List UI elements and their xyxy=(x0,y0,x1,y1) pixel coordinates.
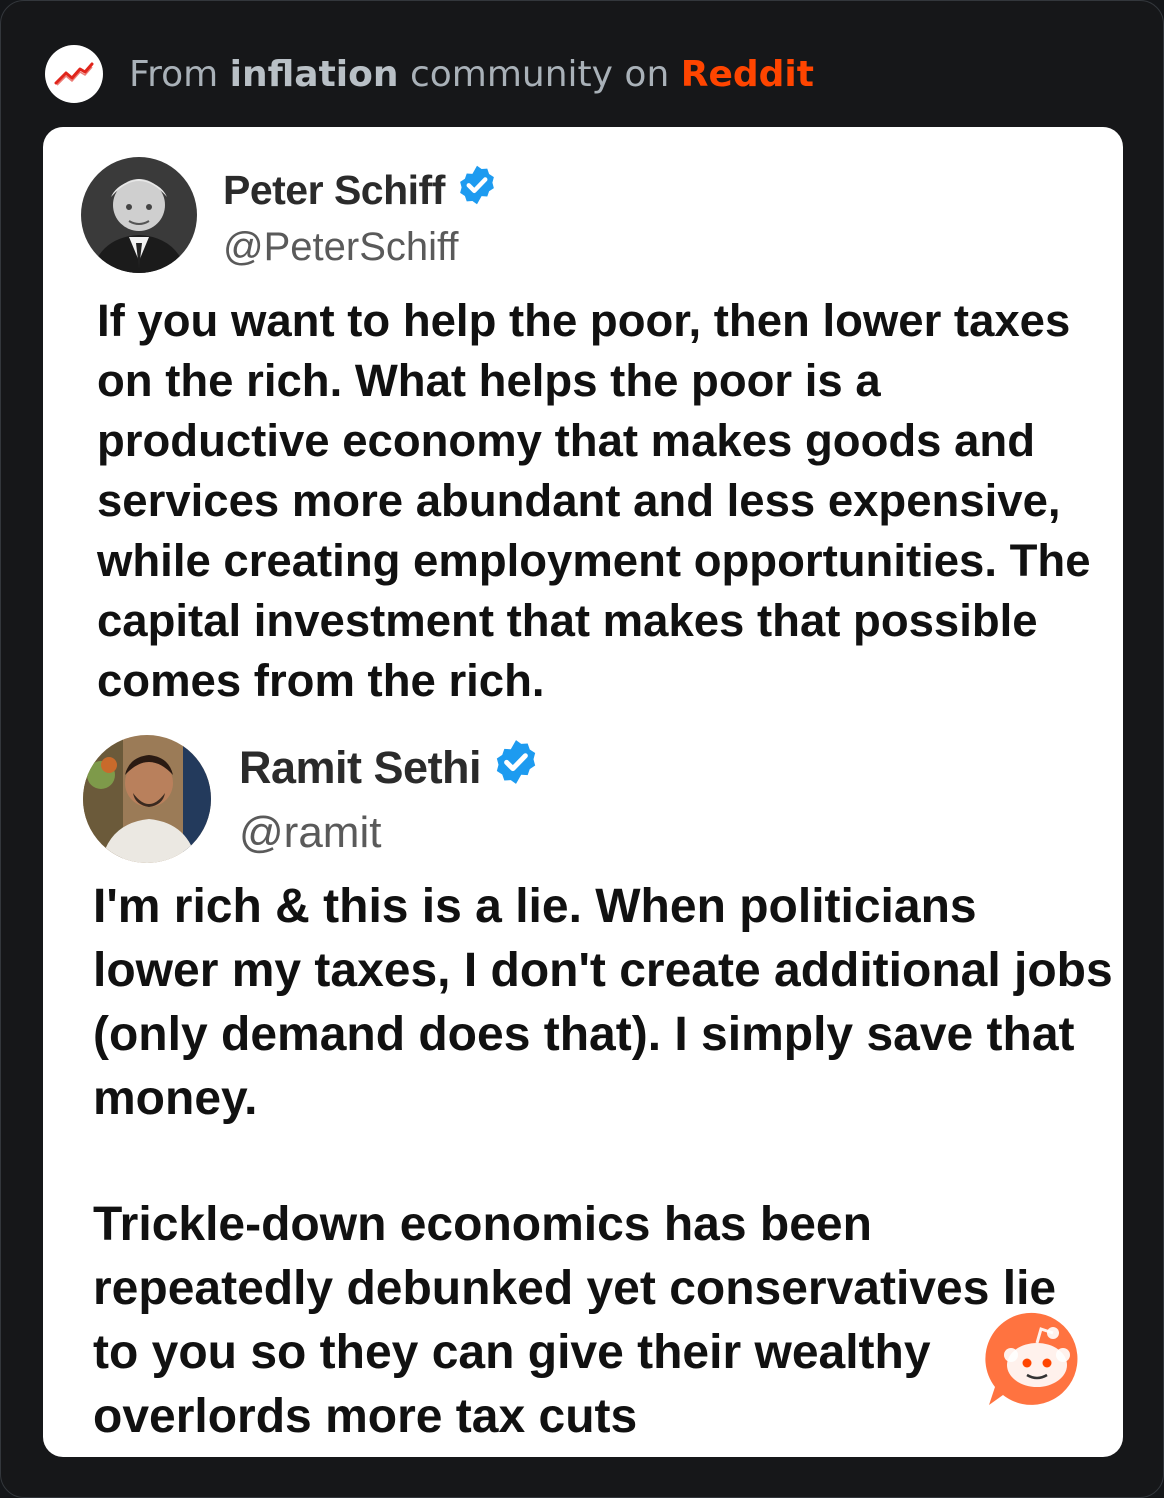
tweet-text: I'm rich & this is a lie. When politicia… xyxy=(93,880,1113,1125)
community-name-link[interactable]: inflation xyxy=(230,54,399,95)
reddit-link[interactable]: Reddit xyxy=(681,54,814,95)
avatar xyxy=(81,157,197,273)
header-prefix: From xyxy=(129,53,219,95)
reddit-snoo-watermark-icon xyxy=(983,1307,1087,1411)
verified-badge-icon xyxy=(491,737,541,798)
tweet-header-peter: Peter Schiff @PeterSchiff xyxy=(81,157,499,273)
handle: @ramit xyxy=(239,808,382,857)
post-image-card[interactable]: Peter Schiff @PeterSchiff If you want to… xyxy=(43,127,1123,1457)
tweet-text-continued: Trickle-down economics has been repeated… xyxy=(93,1198,1057,1443)
embed-frame: From inflation community on Reddit Peter… xyxy=(0,0,1164,1498)
display-name-text: Peter Schiff xyxy=(223,166,445,213)
tweet-text: If you want to help the poor, then lower… xyxy=(97,295,1091,706)
avatar xyxy=(83,735,211,863)
verified-badge-icon xyxy=(455,163,499,217)
embed-header[interactable]: From inflation community on Reddit xyxy=(45,45,814,103)
tweet-header-ramit: Ramit Sethi @ramit xyxy=(83,735,541,863)
header-source-text: From inflation community on Reddit xyxy=(129,54,814,95)
community-avatar[interactable] xyxy=(45,45,103,103)
display-name-text: Ramit Sethi xyxy=(239,741,482,793)
header-middle: community on xyxy=(409,53,670,95)
handle: @PeterSchiff xyxy=(223,225,459,269)
trending-line-icon xyxy=(54,62,94,86)
display-name: Ramit Sethi xyxy=(239,737,541,798)
display-name: Peter Schiff xyxy=(223,163,499,217)
